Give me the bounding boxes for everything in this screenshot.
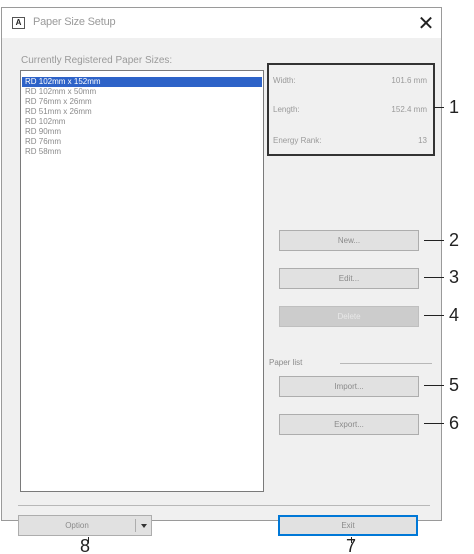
callout-4: 4 (449, 305, 460, 325)
new-button[interactable]: New... (279, 230, 419, 251)
list-item[interactable]: RD 58mm (22, 147, 262, 157)
callout-line-6 (424, 423, 444, 424)
chevron-down-icon[interactable] (141, 524, 147, 528)
close-icon[interactable]: ✕ (411, 8, 441, 38)
energy-rank-label: Energy Rank: (273, 136, 322, 145)
paper-sizes-label: Currently Registered Paper Sizes: (21, 55, 173, 66)
footer-separator (18, 505, 430, 506)
callout-3: 3 (449, 267, 460, 287)
split-divider (135, 519, 136, 532)
callout-line-1 (434, 107, 444, 108)
callout-line-4 (424, 315, 444, 316)
paper-info-panel: Width: 101.6 mm Length: 152.4 mm Energy … (267, 63, 435, 156)
energy-rank-value: 13 (418, 136, 427, 145)
export-button[interactable]: Export... (279, 414, 419, 435)
delete-button: Delete (279, 306, 419, 327)
list-item[interactable]: RD 76mm x 26mm (22, 97, 262, 107)
length-value: 152.4 mm (391, 105, 427, 114)
width-value: 101.6 mm (391, 76, 427, 85)
callout-8: 8 (80, 536, 91, 554)
callout-7: 7 (346, 536, 357, 554)
option-split-button[interactable]: Option (18, 515, 152, 536)
option-button[interactable]: Option (19, 516, 135, 535)
edit-button[interactable]: Edit... (279, 268, 419, 289)
title-bar: A Paper Size Setup ✕ (2, 8, 441, 38)
paper-list-label: Paper list (269, 358, 303, 367)
callout-line-3 (424, 277, 444, 278)
callout-line-5 (424, 385, 444, 386)
list-item[interactable]: RD 90mm (22, 127, 262, 137)
width-label: Width: (273, 76, 296, 85)
paper-list-divider (340, 363, 432, 364)
paper-sizes-list[interactable]: RD 102mm x 152mm RD 102mm x 50mm RD 76mm… (20, 70, 264, 492)
import-button[interactable]: Import... (279, 376, 419, 397)
callout-6: 6 (449, 413, 460, 433)
callout-1: 1 (449, 97, 460, 117)
exit-button[interactable]: Exit (278, 515, 418, 536)
callout-2: 2 (449, 230, 460, 250)
callout-line-2 (424, 240, 444, 241)
callout-5: 5 (449, 375, 460, 395)
list-item[interactable]: RD 51mm x 26mm (22, 107, 262, 117)
paper-size-setup-dialog: A Paper Size Setup ✕ Currently Registere… (1, 7, 442, 521)
length-label: Length: (273, 105, 300, 114)
window-title: Paper Size Setup (33, 16, 116, 28)
list-item[interactable]: RD 102mm x 152mm (22, 77, 262, 87)
list-item[interactable]: RD 102mm (22, 117, 262, 127)
list-item[interactable]: RD 102mm x 50mm (22, 87, 262, 97)
app-icon: A (12, 17, 25, 29)
list-item[interactable]: RD 76mm (22, 137, 262, 147)
